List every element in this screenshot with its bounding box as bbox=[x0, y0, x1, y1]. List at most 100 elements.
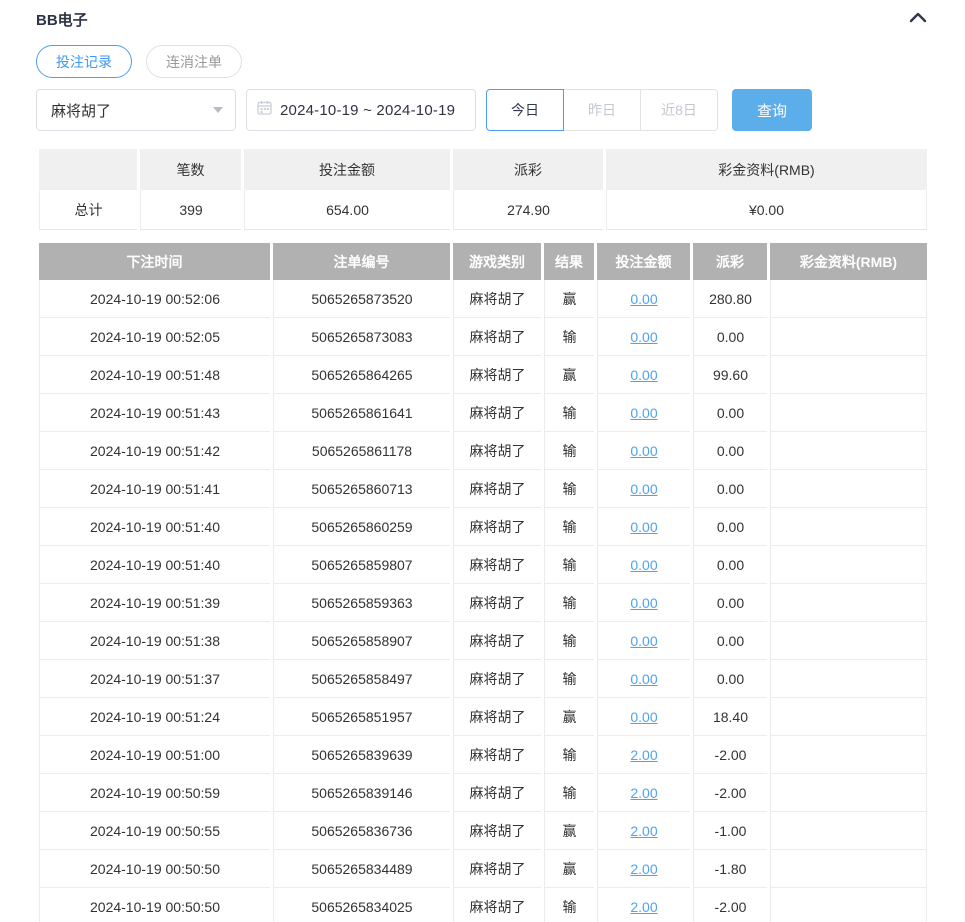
bet-amount-cell: 0.00 bbox=[597, 356, 690, 394]
bet-time: 2024-10-19 00:51:39 bbox=[39, 584, 270, 622]
bet-amount-link[interactable]: 2.00 bbox=[630, 861, 657, 877]
bet-amount-link[interactable]: 0.00 bbox=[630, 595, 657, 611]
result: 输 bbox=[544, 660, 594, 698]
payout: 18.40 bbox=[693, 698, 767, 736]
bet-id: 5065265861178 bbox=[273, 432, 450, 470]
bonus bbox=[770, 736, 927, 774]
table-row: 2024-10-19 00:51:385065265858907麻将胡了输0.0… bbox=[39, 622, 927, 660]
bet-amount-link[interactable]: 0.00 bbox=[630, 671, 657, 687]
bet-amount-link[interactable]: 2.00 bbox=[630, 823, 657, 839]
bonus bbox=[770, 470, 927, 508]
bet-id: 5065265858907 bbox=[273, 622, 450, 660]
summary-total-payout: 274.90 bbox=[453, 190, 603, 230]
game-type: 麻将胡了 bbox=[453, 280, 541, 318]
game-type: 麻将胡了 bbox=[453, 470, 541, 508]
bet-id: 5065265851957 bbox=[273, 698, 450, 736]
collapse-button[interactable] bbox=[906, 8, 930, 32]
bet-id: 5065265873520 bbox=[273, 280, 450, 318]
bet-time: 2024-10-19 00:51:24 bbox=[39, 698, 270, 736]
bet-amount-link[interactable]: 2.00 bbox=[630, 899, 657, 915]
summary-header-bonus: 彩金资料(RMB) bbox=[606, 149, 927, 190]
bet-amount-link[interactable]: 0.00 bbox=[630, 557, 657, 573]
bet-id: 5065265859363 bbox=[273, 584, 450, 622]
summary-total-bonus: ¥0.00 bbox=[606, 190, 927, 230]
bonus bbox=[770, 660, 927, 698]
bet-amount-link[interactable]: 2.00 bbox=[630, 785, 657, 801]
bet-amount-cell: 2.00 bbox=[597, 736, 690, 774]
payout: 0.00 bbox=[693, 584, 767, 622]
summary-header-payout: 派彩 bbox=[453, 149, 603, 190]
bet-amount-cell: 0.00 bbox=[597, 470, 690, 508]
bet-id: 5065265834025 bbox=[273, 888, 450, 922]
page-title: BB电子 bbox=[36, 9, 88, 30]
table-row: 2024-10-19 00:51:395065265859363麻将胡了输0.0… bbox=[39, 584, 927, 622]
bet-time: 2024-10-19 00:51:48 bbox=[39, 356, 270, 394]
payout: 0.00 bbox=[693, 432, 767, 470]
payout: 99.60 bbox=[693, 356, 767, 394]
bet-amount-cell: 0.00 bbox=[597, 660, 690, 698]
bonus bbox=[770, 888, 927, 922]
bet-amount-link[interactable]: 0.00 bbox=[630, 405, 657, 421]
bet-amount-link[interactable]: 0.00 bbox=[630, 519, 657, 535]
bonus bbox=[770, 432, 927, 470]
bb-dianzi-panel: BB电子 投注记录 连消注单 麻将胡了 2024-10-19 ~ 2024-10… bbox=[0, 0, 965, 922]
game-type: 麻将胡了 bbox=[453, 850, 541, 888]
bet-amount-cell: 0.00 bbox=[597, 546, 690, 584]
bet-id: 5065265839639 bbox=[273, 736, 450, 774]
game-type: 麻将胡了 bbox=[453, 584, 541, 622]
game-select[interactable]: 麻将胡了 bbox=[36, 89, 236, 131]
result: 输 bbox=[544, 394, 594, 432]
records-table: 下注时间 注单编号 游戏类别 结果 投注金额 派彩 彩金资料(RMB) 2024… bbox=[36, 243, 930, 922]
date-range-input[interactable]: 2024-10-19 ~ 2024-10-19 bbox=[246, 89, 476, 131]
table-row: 2024-10-19 00:52:065065265873520麻将胡了赢0.0… bbox=[39, 280, 927, 318]
summary-total-count: 399 bbox=[140, 190, 241, 230]
bet-time: 2024-10-19 00:52:05 bbox=[39, 318, 270, 356]
tab-bar: 投注记录 连消注单 bbox=[36, 45, 930, 78]
bet-time: 2024-10-19 00:51:43 bbox=[39, 394, 270, 432]
table-row: 2024-10-19 00:51:005065265839639麻将胡了输2.0… bbox=[39, 736, 927, 774]
records-header-payout: 派彩 bbox=[693, 243, 767, 280]
quick-filter-yesterday[interactable]: 昨日 bbox=[563, 89, 641, 131]
tab-bet-records[interactable]: 投注记录 bbox=[36, 45, 132, 78]
panel-header: BB电子 bbox=[36, 0, 930, 30]
bonus bbox=[770, 508, 927, 546]
quick-filter-last-8-days[interactable]: 近8日 bbox=[640, 89, 718, 131]
query-button[interactable]: 查询 bbox=[732, 89, 812, 131]
bet-amount-link[interactable]: 2.00 bbox=[630, 747, 657, 763]
table-row: 2024-10-19 00:52:055065265873083麻将胡了输0.0… bbox=[39, 318, 927, 356]
payout: 0.00 bbox=[693, 394, 767, 432]
bet-amount-cell: 0.00 bbox=[597, 584, 690, 622]
bet-time: 2024-10-19 00:52:06 bbox=[39, 280, 270, 318]
game-type: 麻将胡了 bbox=[453, 622, 541, 660]
result: 输 bbox=[544, 546, 594, 584]
bet-amount-cell: 0.00 bbox=[597, 508, 690, 546]
bet-amount-link[interactable]: 0.00 bbox=[630, 481, 657, 497]
bet-amount-link[interactable]: 0.00 bbox=[630, 367, 657, 383]
bet-amount-link[interactable]: 0.00 bbox=[630, 329, 657, 345]
bet-time: 2024-10-19 00:51:41 bbox=[39, 470, 270, 508]
game-type: 麻将胡了 bbox=[453, 508, 541, 546]
quick-filter-today[interactable]: 今日 bbox=[486, 89, 564, 131]
result: 输 bbox=[544, 470, 594, 508]
bonus bbox=[770, 622, 927, 660]
payout: 0.00 bbox=[693, 470, 767, 508]
table-row: 2024-10-19 00:51:405065265860259麻将胡了输0.0… bbox=[39, 508, 927, 546]
bet-amount-link[interactable]: 0.00 bbox=[630, 709, 657, 725]
chevron-down-icon bbox=[213, 107, 223, 113]
filter-bar: 麻将胡了 2024-10-19 ~ 2024-10-19 今日 昨日 近8日 查… bbox=[36, 89, 930, 131]
tab-cancelled-bets[interactable]: 连消注单 bbox=[146, 45, 242, 78]
bet-time: 2024-10-19 00:51:37 bbox=[39, 660, 270, 698]
summary-header-blank bbox=[39, 149, 137, 190]
result: 输 bbox=[544, 888, 594, 922]
table-row: 2024-10-19 00:51:435065265861641麻将胡了输0.0… bbox=[39, 394, 927, 432]
bet-amount-link[interactable]: 0.00 bbox=[630, 291, 657, 307]
records-header-time: 下注时间 bbox=[39, 243, 270, 280]
bet-amount-link[interactable]: 0.00 bbox=[630, 443, 657, 459]
quick-date-group: 今日 昨日 近8日 bbox=[486, 89, 718, 131]
game-type: 麻将胡了 bbox=[453, 318, 541, 356]
bet-time: 2024-10-19 00:51:38 bbox=[39, 622, 270, 660]
summary-total-label: 总计 bbox=[39, 190, 137, 230]
bet-amount-link[interactable]: 0.00 bbox=[630, 633, 657, 649]
payout: 280.80 bbox=[693, 280, 767, 318]
payout: -2.00 bbox=[693, 888, 767, 922]
